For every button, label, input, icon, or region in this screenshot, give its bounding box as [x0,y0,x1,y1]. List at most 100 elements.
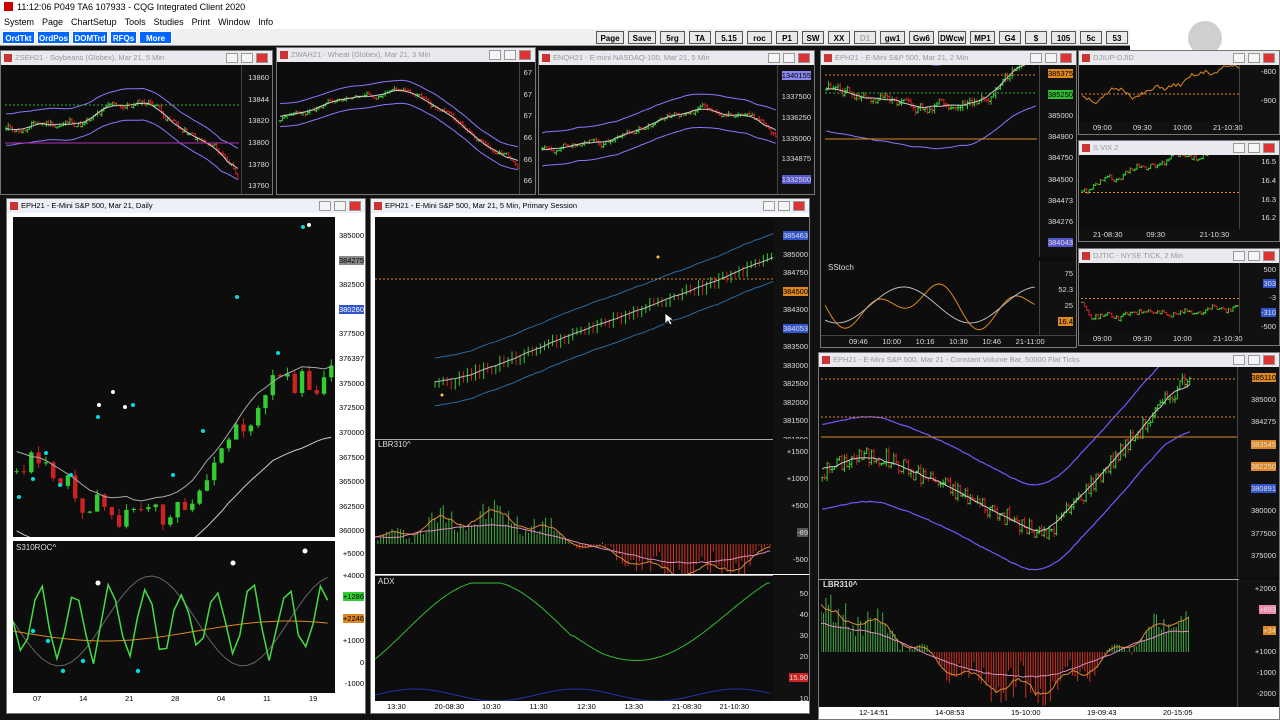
link-icon[interactable] [748,53,760,63]
soybeans-chart-window[interactable]: ZSEH21 - Soybeans (Globex), Mar 21, 5 Mi… [0,50,273,195]
maximize-window-button[interactable] [778,201,790,211]
adx-chart[interactable] [375,575,773,701]
nasdaq-chart-window[interactable]: ENQH21 - E-mini NASDAQ-100, Mar 21, 5 Mi… [538,50,815,195]
axis-tick-label: 1340155 [781,71,811,80]
maximize-window-button[interactable] [334,201,346,211]
maximize-window-button[interactable] [1045,53,1057,63]
close-window-button[interactable] [1263,143,1275,153]
toolbar-button-g4[interactable]: G4 [999,31,1021,44]
close-window-button[interactable] [793,201,805,211]
close-window-button[interactable] [256,53,268,63]
wheat-price-chart[interactable] [279,62,519,195]
toolbar-button-gw6[interactable]: Gw6 [909,31,934,44]
link-icon[interactable] [469,50,481,60]
menu-studies[interactable]: Studies [150,15,188,29]
minimize-window-button[interactable] [1030,53,1042,63]
link-icon[interactable] [299,201,311,211]
menu-chartsetup[interactable]: ChartSetup [67,15,121,29]
toolbar-button-xx[interactable]: XX [828,31,850,44]
moving-average [16,366,332,502]
cvb-price-chart[interactable] [821,367,1239,579]
toolbar-button-dwcw[interactable]: DWcw [938,31,966,44]
minimize-window-button[interactable] [763,201,775,211]
close-window-button[interactable] [1060,53,1072,63]
toolbar-button-5c[interactable]: 5c [1080,31,1102,44]
link-icon[interactable] [1213,355,1225,365]
link-icon[interactable] [1213,53,1225,63]
maximize-window-button[interactable] [1248,53,1260,63]
toolbar-button-roc[interactable]: roc [747,31,772,44]
toolbar-ordtkt-button[interactable]: OrdTkt [2,31,35,44]
maximize-window-button[interactable] [241,53,253,63]
soybeans-price-chart[interactable] [5,65,239,195]
maximize-window-button[interactable] [1248,355,1260,365]
close-window-button[interactable] [1263,53,1275,63]
toolbar-button-$[interactable]: $ [1025,31,1047,44]
minimize-window-button[interactable] [226,53,238,63]
toolbar-ordpos-button[interactable]: OrdPos [37,31,70,44]
menu-tools[interactable]: Tools [121,15,150,29]
nasdaq-price-chart[interactable] [541,65,777,195]
menu-info[interactable]: Info [254,15,277,29]
toolbar-button-105[interactable]: 105 [1051,31,1076,44]
toolbar-button-mp1[interactable]: MP1 [970,31,995,44]
toolbar-button-5.15[interactable]: 5.15 [715,31,743,44]
vix-chart-window[interactable]: S.VIX.2 16.5 16.4 16.3 16.2 21-08:30 09:30 21… [1078,140,1280,242]
minimize-window-button[interactable] [1233,53,1245,63]
close-window-button[interactable] [798,53,810,63]
daily-price-chart[interactable] [13,217,335,537]
link-icon[interactable] [1010,53,1022,63]
nyse-tick-chart[interactable] [1081,263,1241,334]
close-window-button[interactable] [1263,355,1275,365]
close-window-button[interactable] [1263,251,1275,261]
cvb-lbr310-chart[interactable] [821,580,1239,706]
signal-line [821,622,1189,678]
minimize-window-button[interactable] [1233,251,1245,261]
es-cvb-chart-window[interactable]: EPH21 - E-Mini S&P 500, Mar 21 - Constan… [818,352,1280,720]
toolbar-button-53[interactable]: 53 [1106,31,1128,44]
toolbar-more-button[interactable]: More [139,31,172,44]
toolbar-rfqs-button[interactable]: RFQs [110,31,137,44]
toolbar-button-p1[interactable]: P1 [776,31,798,44]
close-window-button[interactable] [349,201,361,211]
es-2min-chart-window[interactable]: EPH21 - E-Mini S&P 500, Mar 21, 2 Min 38… [820,50,1077,348]
link-icon[interactable] [206,53,218,63]
maximize-window-button[interactable] [504,50,516,60]
maximize-window-button[interactable] [1248,251,1260,261]
minimize-window-button[interactable] [489,50,501,60]
sstoch-chart[interactable] [825,273,1037,337]
nyse-tick-chart-window[interactable]: DJTIC - NYSE TICK, 2 Min 500 303 -3 -310 -50… [1078,248,1280,346]
lbr310-chart[interactable] [375,439,773,574]
toolbar-button-gw1[interactable]: gw1 [880,31,905,44]
djiup-chart-window[interactable]: DJIUP-DJID -800 -900 09:00 09:30 10:00 21-10… [1078,50,1280,135]
toolbar-domtrd-button[interactable]: DOMTrd [72,31,108,44]
toolbar-button-5rg[interactable]: 5rg [660,31,685,44]
close-window-button[interactable] [519,50,531,60]
toolbar-button-d1[interactable]: D1 [854,31,876,44]
maximize-window-button[interactable] [783,53,795,63]
link-icon[interactable] [743,201,755,211]
menu-print[interactable]: Print [188,15,215,29]
minimize-window-button[interactable] [1233,143,1245,153]
link-icon[interactable] [1213,251,1225,261]
toolbar-button-sw[interactable]: SW [802,31,824,44]
menu-system[interactable]: System [0,15,38,29]
minimize-window-button[interactable] [319,201,331,211]
minimize-window-button[interactable] [1233,355,1245,365]
toolbar-button-page[interactable]: Page [596,31,624,44]
toolbar-button-save[interactable]: Save [628,31,656,44]
djiup-chart[interactable] [1081,65,1241,123]
roc-chart[interactable] [13,541,335,693]
wheat-chart-window[interactable]: ZWAH21 - Wheat (Globex), Mar 21, 3 Min 6… [276,47,536,195]
es-5min-chart-window[interactable]: EPH21 - E-Mini S&P 500, Mar 21, 5 Min, P… [370,198,810,714]
vix-chart[interactable] [1081,155,1241,230]
maximize-window-button[interactable] [1248,143,1260,153]
es-daily-chart-window[interactable]: EPH21 - E-Mini S&P 500, Mar 21, Daily 38… [6,198,366,714]
menu-window[interactable]: Window [214,15,254,29]
menu-page[interactable]: Page [38,15,67,29]
minimize-window-button[interactable] [768,53,780,63]
es-5min-price-chart[interactable] [375,217,773,439]
toolbar-button-ta[interactable]: TA [689,31,711,44]
link-icon[interactable] [1213,143,1225,153]
axis-tick-label: 380891 [1250,484,1276,494]
